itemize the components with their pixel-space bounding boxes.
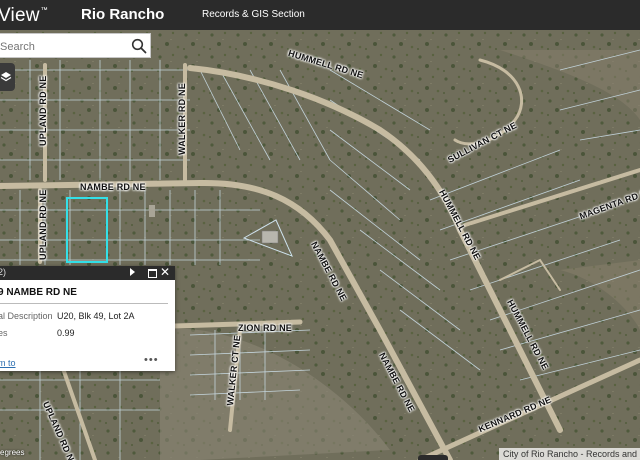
more-actions-button[interactable]: ••• <box>144 354 159 366</box>
maximize-icon[interactable] <box>148 269 157 278</box>
field-value-description: U20, Blk 49, Lot 2A <box>57 311 135 321</box>
scale-bar <box>418 455 448 460</box>
popup-feature-count: 2) <box>0 267 7 277</box>
road-label: UPLAND RD NE <box>38 75 48 146</box>
map-attribution: City of Rio Rancho - Records and <box>498 448 640 460</box>
road-label: UPLAND RD NE <box>38 189 48 260</box>
section-title: Records & GIS Section <box>202 9 305 20</box>
close-icon[interactable]: ✕ <box>160 265 170 279</box>
road-label: WALKER RD NE <box>177 83 187 155</box>
popup-title: 9 NAMBE RD NE <box>0 287 77 298</box>
app-header: View™ Rio Rancho Records & GIS Section <box>0 0 640 30</box>
popup-titlebar: 2) ✕ <box>0 265 175 280</box>
city-name: Rio Rancho <box>81 6 165 23</box>
brand-name: View <box>0 5 40 26</box>
search-input[interactable] <box>0 34 130 59</box>
layers-icon <box>0 72 12 82</box>
brand-trademark: ™ <box>40 7 48 14</box>
search-icon[interactable] <box>131 38 147 54</box>
popup-divider <box>0 303 168 304</box>
search-box <box>0 33 151 59</box>
zoom-to-link[interactable]: m to <box>0 358 16 368</box>
feature-popup: 2) ✕ 9 NAMBE RD NE al Description U20, B… <box>0 265 175 371</box>
next-feature-icon[interactable] <box>130 268 135 276</box>
map-view[interactable]: HUMMELL RD NE UPLAND RD NE WALKER RD NE … <box>0 30 640 460</box>
field-label-description: al Description <box>0 311 53 321</box>
app-brand[interactable]: View™ <box>0 5 48 27</box>
layers-button[interactable] <box>0 63 15 91</box>
road-label: ZION RD NE <box>238 323 293 333</box>
field-value-acres: 0.99 <box>57 328 75 338</box>
coordinate-readout: egrees <box>0 448 25 457</box>
field-label-acres: es <box>0 328 8 338</box>
road-label: NAMBE RD NE <box>80 182 146 192</box>
